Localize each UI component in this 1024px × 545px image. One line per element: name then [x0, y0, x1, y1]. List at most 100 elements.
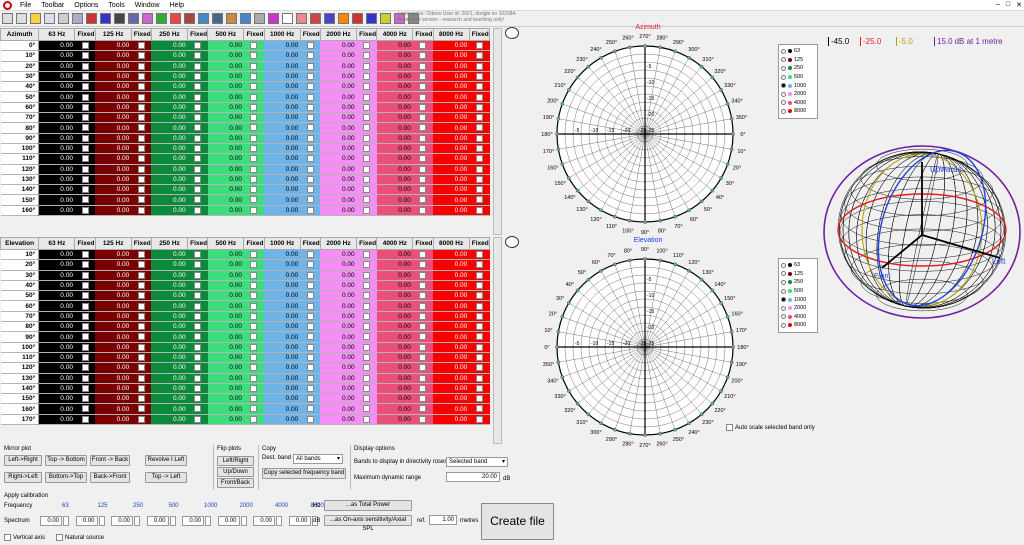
fixed-checkbox[interactable]	[419, 271, 427, 279]
fixed-cell[interactable]	[243, 280, 265, 292]
level-cell[interactable]: 0.00	[151, 122, 188, 134]
fixed-cell[interactable]	[131, 164, 152, 175]
fixed-cell[interactable]	[356, 352, 377, 364]
fixed-cell[interactable]	[243, 331, 265, 343]
level-cell[interactable]: 0.00	[38, 153, 75, 165]
level-cell[interactable]: 0.00	[95, 91, 132, 103]
fixed-checkbox[interactable]	[363, 72, 371, 80]
level-cell[interactable]: 0.00	[376, 259, 413, 271]
level-cell[interactable]: 0.00	[207, 383, 244, 395]
elevation-radio-2000[interactable]: 2000	[781, 304, 815, 313]
level-cell[interactable]: 0.00	[264, 403, 301, 415]
fixed-checkbox[interactable]	[194, 343, 202, 351]
azimuth-radio-500[interactable]: 500	[781, 73, 815, 82]
level-cell[interactable]: 0.00	[38, 133, 75, 144]
fixed-cell[interactable]	[74, 270, 96, 281]
fixed-checkbox[interactable]	[81, 165, 89, 173]
fixed-checkbox[interactable]	[475, 395, 483, 403]
fixed-cell[interactable]	[469, 91, 490, 103]
level-cell[interactable]: 0.00	[207, 280, 244, 292]
level-cell[interactable]: 0.00	[376, 133, 413, 144]
fixed-cell[interactable]	[356, 164, 377, 175]
level-cell[interactable]: 0.00	[376, 143, 413, 155]
fixed-checkbox[interactable]	[81, 395, 89, 403]
toolbar-tool-icon[interactable]	[268, 13, 279, 24]
fixed-cell[interactable]	[74, 71, 96, 83]
fixed-cell[interactable]	[300, 50, 321, 62]
radio-button[interactable]	[781, 48, 786, 54]
fixed-checkbox[interactable]	[81, 196, 89, 204]
toolbar-tool-icon[interactable]	[198, 13, 209, 24]
fixed-checkbox[interactable]	[306, 134, 314, 142]
toolbar-tool-icon[interactable]	[2, 13, 13, 24]
level-cell[interactable]: 0.00	[207, 133, 244, 144]
fixed-cell[interactable]	[187, 280, 208, 292]
fixed-checkbox[interactable]	[363, 175, 371, 183]
level-cell[interactable]: 0.00	[207, 352, 244, 364]
polar-point[interactable]	[731, 132, 735, 136]
fixed-checkbox[interactable]	[306, 292, 314, 300]
fixed-checkbox[interactable]	[363, 364, 371, 372]
level-cell[interactable]: 0.00	[264, 300, 301, 312]
natural-source-checkbox[interactable]	[56, 534, 63, 541]
fixed-cell[interactable]	[300, 61, 321, 72]
toolbar-tool-icon[interactable]	[296, 13, 307, 24]
level-cell[interactable]: 0.00	[320, 393, 357, 405]
mirror-top-left-button[interactable]: Top -> Left	[145, 472, 187, 483]
fixed-checkbox[interactable]	[137, 251, 145, 259]
level-cell[interactable]: 0.00	[95, 403, 132, 415]
level-cell[interactable]: 0.00	[151, 290, 188, 302]
level-cell[interactable]: 0.00	[433, 81, 470, 93]
fixed-checkbox[interactable]	[419, 395, 427, 403]
toolbar-tool-icon[interactable]	[352, 13, 363, 24]
fixed-cell[interactable]	[300, 259, 321, 271]
level-cell[interactable]: 0.00	[264, 102, 301, 114]
fixed-checkbox[interactable]	[250, 292, 258, 300]
fixed-cell[interactable]	[469, 112, 490, 124]
fixed-cell[interactable]	[187, 153, 208, 165]
fixed-cell[interactable]	[412, 174, 434, 186]
fixed-cell[interactable]	[412, 122, 434, 134]
fixed-checkbox[interactable]	[419, 405, 427, 413]
fixed-cell[interactable]	[412, 153, 434, 165]
level-cell[interactable]: 0.00	[264, 174, 301, 186]
fixed-checkbox[interactable]	[137, 302, 145, 310]
fixed-cell[interactable]	[300, 153, 321, 165]
level-cell[interactable]: 0.00	[264, 342, 301, 353]
fixed-checkbox[interactable]	[81, 155, 89, 163]
fixed-checkbox[interactable]	[306, 72, 314, 80]
fixed-cell[interactable]	[243, 362, 265, 374]
fixed-cell[interactable]	[356, 184, 377, 196]
fixed-cell[interactable]	[412, 321, 434, 333]
polar-point[interactable]	[687, 55, 691, 60]
fixed-checkbox[interactable]	[363, 145, 371, 152]
fixed-cell[interactable]	[356, 290, 377, 302]
fixed-checkbox[interactable]	[306, 343, 314, 351]
polar-point[interactable]	[643, 433, 647, 437]
polar-point[interactable]	[725, 162, 730, 166]
polar-point[interactable]	[627, 258, 632, 263]
fixed-cell[interactable]	[243, 164, 265, 175]
fixed-cell[interactable]	[187, 205, 208, 217]
fixed-checkbox[interactable]	[419, 72, 427, 80]
level-cell[interactable]: 0.00	[151, 352, 188, 364]
fixed-cell[interactable]	[469, 403, 490, 415]
mirror-right-left-button[interactable]: Right->Left	[4, 472, 42, 483]
level-cell[interactable]: 0.00	[320, 331, 357, 343]
fixed-cell[interactable]	[74, 249, 96, 261]
fixed-checkbox[interactable]	[363, 103, 371, 111]
fixed-checkbox[interactable]	[137, 83, 145, 91]
fixed-checkbox[interactable]	[475, 175, 483, 183]
level-cell[interactable]: 0.00	[320, 383, 357, 395]
toolbar-tool-icon[interactable]	[240, 13, 251, 24]
level-cell[interactable]: 0.00	[433, 50, 470, 62]
polar-point[interactable]	[586, 199, 591, 204]
level-cell[interactable]: 0.00	[376, 61, 413, 72]
level-cell[interactable]: 0.00	[151, 102, 188, 114]
spectrum-spinner[interactable]	[63, 516, 69, 526]
fixed-checkbox[interactable]	[363, 312, 371, 320]
fixed-cell[interactable]	[469, 373, 490, 384]
fixed-checkbox[interactable]	[194, 395, 202, 403]
fixed-checkbox[interactable]	[306, 374, 314, 382]
fixed-checkbox[interactable]	[475, 302, 483, 310]
